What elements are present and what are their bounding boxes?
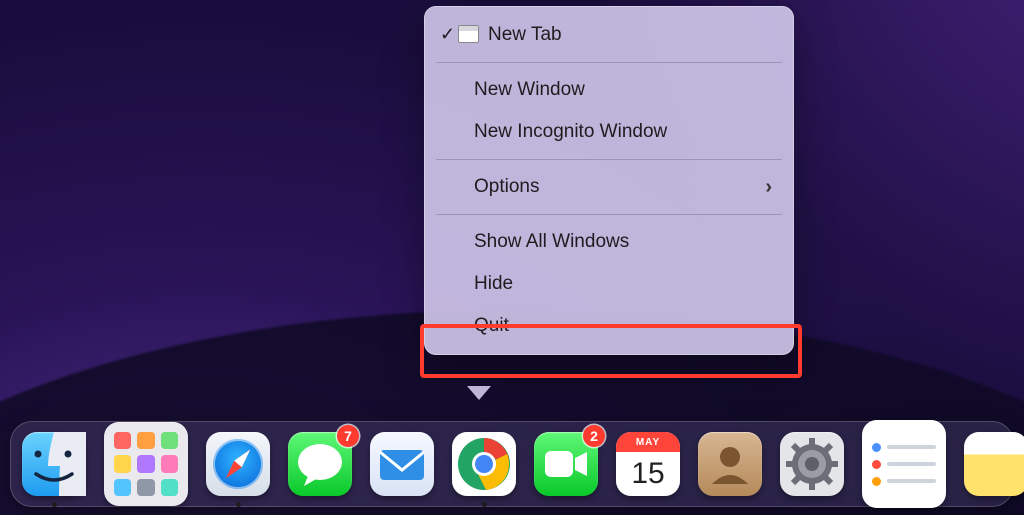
menu-item-show-all-windows[interactable]: Show All Windows bbox=[424, 221, 794, 263]
menu-item-new-incognito-window[interactable]: New Incognito Window bbox=[424, 111, 794, 153]
menu-label: Show All Windows bbox=[474, 231, 629, 253]
dock-app-notes[interactable] bbox=[964, 432, 1024, 496]
menu-label: New Window bbox=[474, 79, 585, 101]
window-thumb-icon bbox=[458, 25, 479, 43]
menu-item-options[interactable]: Options › bbox=[424, 166, 794, 208]
dock-app-chrome[interactable] bbox=[452, 432, 516, 496]
menu-label: Quit bbox=[474, 315, 509, 337]
dock-app-contacts[interactable] bbox=[698, 432, 762, 496]
running-indicator bbox=[482, 502, 487, 507]
contacts-icon bbox=[698, 432, 762, 496]
menu-item-new-tab[interactable]: ✓ New Tab bbox=[424, 14, 794, 56]
menu-separator bbox=[436, 214, 782, 215]
menu-item-quit[interactable]: Quit bbox=[424, 305, 794, 347]
menu-pointer-caret bbox=[467, 386, 491, 400]
calendar-month: MAY bbox=[616, 432, 680, 452]
notification-badge: 2 bbox=[583, 425, 605, 447]
dock-context-menu: ✓ New Tab New Window New Incognito Windo… bbox=[424, 6, 794, 355]
mail-icon bbox=[370, 432, 434, 496]
menu-label: New Tab bbox=[488, 24, 562, 46]
calendar-day: 15 bbox=[616, 452, 680, 496]
menu-item-hide[interactable]: Hide bbox=[424, 263, 794, 305]
menu-label: Options bbox=[474, 176, 539, 198]
dock-app-reminders[interactable] bbox=[862, 420, 946, 508]
desktop-wallpaper: ✓ New Tab New Window New Incognito Windo… bbox=[0, 0, 1024, 515]
dock-app-system-preferences[interactable] bbox=[780, 432, 844, 496]
notification-badge: 7 bbox=[337, 425, 359, 447]
menu-label: New Incognito Window bbox=[474, 121, 667, 143]
safari-icon bbox=[213, 439, 263, 489]
dock: 7 2 MAY 15 bbox=[10, 421, 1014, 507]
gear-icon bbox=[780, 432, 844, 496]
menu-item-new-window[interactable]: New Window bbox=[424, 69, 794, 111]
dock-app-safari[interactable] bbox=[206, 432, 270, 496]
running-indicator bbox=[236, 502, 241, 507]
dock-app-facetime[interactable]: 2 bbox=[534, 432, 598, 496]
menu-separator bbox=[436, 159, 782, 160]
dock-app-finder[interactable] bbox=[22, 432, 86, 496]
chevron-right-icon: › bbox=[765, 176, 772, 199]
menu-separator bbox=[436, 62, 782, 63]
finder-icon bbox=[22, 432, 86, 496]
check-icon: ✓ bbox=[440, 24, 455, 45]
dock-app-mail[interactable] bbox=[370, 432, 434, 496]
running-indicator bbox=[52, 502, 57, 507]
dock-app-launchpad[interactable] bbox=[104, 422, 188, 506]
menu-label: Hide bbox=[474, 273, 513, 295]
chrome-icon bbox=[452, 432, 516, 496]
dock-app-calendar[interactable]: MAY 15 bbox=[616, 432, 680, 496]
dock-app-messages[interactable]: 7 bbox=[288, 432, 352, 496]
